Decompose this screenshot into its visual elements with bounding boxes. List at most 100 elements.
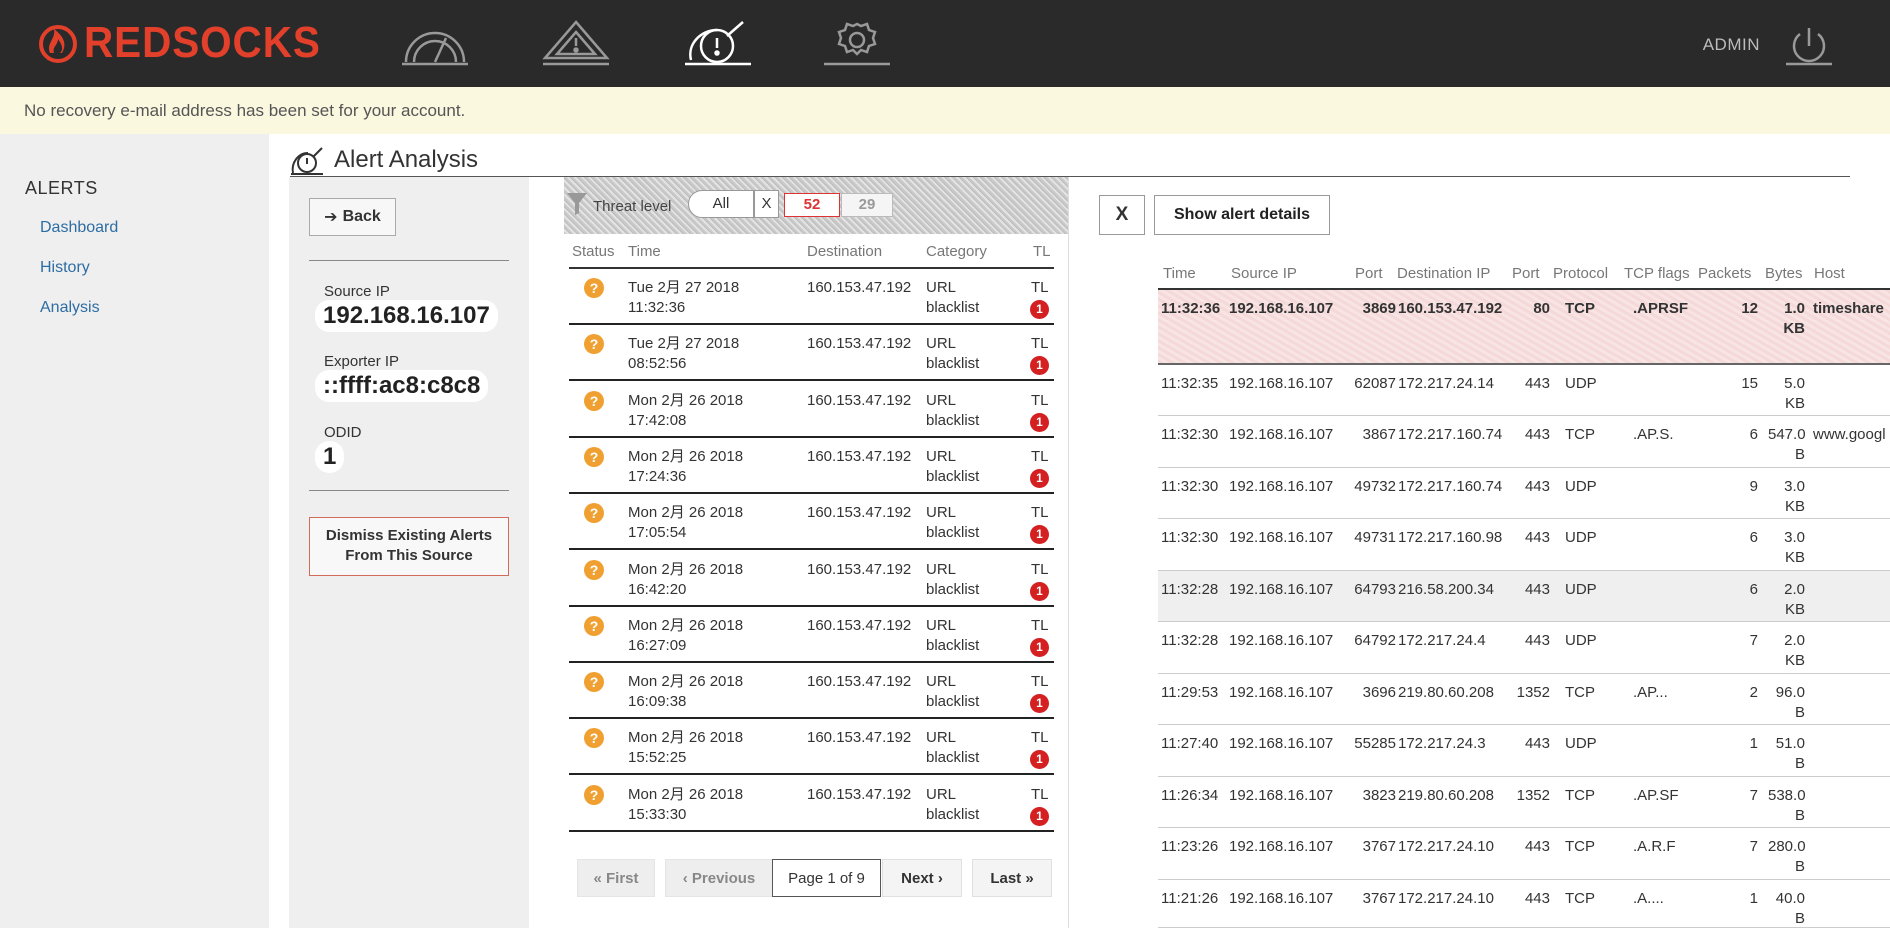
- col-header-category[interactable]: Category: [926, 243, 987, 260]
- flow-time: 11:32:36: [1161, 300, 1221, 317]
- pagination-next[interactable]: Next ›: [882, 859, 962, 897]
- status-question-icon[interactable]: ?: [584, 334, 604, 355]
- dismiss-alerts-button[interactable]: Dismiss Existing Alerts From This Source: [309, 517, 509, 576]
- flow-row[interactable]: 11:21:26 192.168.16.107 3767 172.217.24.10 4…: [1158, 880, 1890, 928]
- flow-col-time[interactable]: Time: [1163, 265, 1196, 282]
- status-question-icon[interactable]: ?: [584, 390, 604, 411]
- flow-row[interactable]: 11:26:34 192.168.16.107 3823 219.80.60.208 1…: [1158, 777, 1890, 828]
- user-name[interactable]: ADMIN: [1703, 35, 1760, 55]
- alert-row[interactable]: ? Tue 2月 27 2018 11:32:36 160.153.47.192 URL…: [569, 269, 1054, 325]
- alert-category: URL blacklist: [926, 672, 979, 712]
- flow-row[interactable]: 11:32:28 192.168.16.107 64792 172.217.24.4 4…: [1158, 622, 1890, 674]
- flow-destination-port: 1352: [1516, 787, 1550, 804]
- flow-destination-ip: 219.80.60.208: [1398, 787, 1494, 804]
- pagination-first[interactable]: « First: [577, 859, 655, 897]
- flow-col-host[interactable]: Host: [1814, 265, 1845, 282]
- power-logout-icon[interactable]: [1784, 24, 1834, 66]
- alert-category-type: URL: [926, 785, 957, 803]
- flow-source-port: 49732: [1354, 478, 1396, 495]
- alert-tl-label: TL: [1031, 391, 1049, 409]
- alert-row[interactable]: ? Mon 2月 26 2018 17:42:08 160.153.47.192 URL…: [569, 382, 1054, 438]
- pagination-previous[interactable]: ‹ Previous: [665, 859, 773, 897]
- alert-destination: 160.153.47.192: [807, 729, 912, 747]
- flow-bytes-value: 280.0: [1768, 838, 1806, 855]
- flow-col-destination-ip[interactable]: Destination IP: [1397, 265, 1490, 282]
- flow-col-tcp-flags[interactable]: TCP flags: [1624, 265, 1690, 282]
- status-question-icon[interactable]: ?: [584, 784, 604, 805]
- flow-col-source-ip[interactable]: Source IP: [1231, 265, 1297, 282]
- threat-level-badge: 1: [1030, 637, 1049, 657]
- col-header-destination[interactable]: Destination: [807, 243, 882, 260]
- dismiss-label-line2: From This Source: [345, 547, 473, 564]
- flow-row[interactable]: 11:32:30 192.168.16.107 49731 172.217.160.9…: [1158, 519, 1890, 571]
- flow-col-packets[interactable]: Packets: [1698, 265, 1751, 282]
- col-header-status[interactable]: Status: [572, 243, 615, 260]
- close-details-button[interactable]: X: [1099, 195, 1145, 235]
- alert-time: Tue 2月 27 2018 11:32:36: [628, 278, 739, 318]
- threat-filter-low-count[interactable]: 29: [841, 193, 893, 217]
- threat-filter-clear[interactable]: X: [754, 190, 779, 218]
- status-question-icon[interactable]: ?: [584, 446, 604, 467]
- flow-tcp-flags: .AP...: [1633, 684, 1668, 701]
- alert-triangle-icon[interactable]: [541, 18, 611, 66]
- flow-bytes-unit: B: [1794, 446, 1805, 463]
- flow-row[interactable]: 11:32:30 192.168.16.107 49732 172.217.160.7…: [1158, 468, 1890, 519]
- sidebar-item-analysis[interactable]: Analysis: [40, 299, 100, 317]
- alert-tl-label: TL: [1031, 279, 1049, 296]
- flow-protocol: UDP: [1565, 581, 1597, 598]
- alert-row[interactable]: ? Mon 2月 26 2018 17:24:36 160.153.47.192 URL…: [569, 438, 1054, 494]
- dashboard-gauge-icon[interactable]: [400, 18, 470, 66]
- analysis-radar-icon[interactable]: [683, 18, 753, 66]
- flow-row[interactable]: 11:32:30 192.168.16.107 3867 172.217.160.74…: [1158, 416, 1890, 468]
- flow-source-ip: 192.168.16.107: [1229, 529, 1334, 546]
- settings-gear-icon[interactable]: [822, 18, 892, 66]
- alert-row[interactable]: ? Mon 2月 26 2018 16:09:38 160.153.47.192 URL…: [569, 663, 1054, 720]
- flow-bytes: 547.0 B: [1768, 425, 1806, 465]
- flow-row[interactable]: 11:32:28 192.168.16.107 64793 216.58.200.34…: [1158, 571, 1890, 622]
- alert-row[interactable]: ? Mon 2月 26 2018 16:27:09 160.153.47.192 URL…: [569, 607, 1054, 663]
- alert-row[interactable]: ? Mon 2月 26 2018 15:52:25 160.153.47.192 URL…: [569, 719, 1054, 776]
- back-button[interactable]: ➔ Back: [309, 198, 396, 236]
- flow-time: 11:32:30: [1161, 426, 1219, 443]
- status-question-icon[interactable]: ?: [584, 615, 604, 636]
- flow-col-source-port[interactable]: Port: [1355, 265, 1383, 282]
- flow-col-protocol[interactable]: Protocol: [1553, 265, 1608, 282]
- col-header-tl[interactable]: TL: [1033, 243, 1051, 260]
- col-header-time[interactable]: Time: [628, 243, 661, 260]
- threat-filter-high-count[interactable]: 52: [784, 193, 840, 217]
- flow-bytes: 40.0 B: [1768, 889, 1805, 929]
- alert-date: Mon 2月 26 2018: [628, 785, 744, 803]
- threat-filter-all[interactable]: All: [688, 190, 754, 218]
- flow-row[interactable]: 11:32:35 192.168.16.107 62087 172.217.24.14…: [1158, 365, 1890, 416]
- flow-row-selected[interactable]: 11:32:36 192.168.16.107 3869 160.153.47.192…: [1158, 290, 1890, 365]
- sidebar-item-dashboard[interactable]: Dashboard: [40, 219, 118, 237]
- alert-row[interactable]: ? Mon 2月 26 2018 15:33:30 160.153.47.192 URL…: [569, 776, 1054, 832]
- alert-row[interactable]: ? Tue 2月 27 2018 08:52:56 160.153.47.192 URL…: [569, 325, 1054, 382]
- redsocks-logo[interactable]: REDSOCKS: [38, 18, 341, 67]
- status-question-icon[interactable]: ?: [584, 672, 604, 693]
- flow-bytes: 96.0 B: [1768, 683, 1805, 723]
- flow-row[interactable]: 11:29:53 192.168.16.107 3696 219.80.60.208 1…: [1158, 674, 1890, 725]
- flow-col-bytes[interactable]: Bytes: [1765, 265, 1803, 282]
- flow-bytes-unit: KB: [1784, 652, 1805, 669]
- flow-row[interactable]: 11:23:26 192.168.16.107 3767 172.217.24.10 4…: [1158, 828, 1890, 880]
- status-question-icon[interactable]: ?: [584, 503, 604, 524]
- alert-time: Mon 2月 26 2018 16:09:38: [628, 672, 743, 712]
- status-question-icon[interactable]: ?: [584, 278, 604, 298]
- alert-tl-label: TL: [1031, 447, 1049, 465]
- flow-col-destination-port[interactable]: Port: [1512, 265, 1540, 282]
- pagination-last[interactable]: Last »: [972, 859, 1052, 897]
- status-question-icon[interactable]: ?: [584, 728, 604, 749]
- sidebar-item-history[interactable]: History: [40, 259, 90, 277]
- show-alert-details-button[interactable]: Show alert details: [1154, 195, 1330, 235]
- alert-time: Mon 2月 26 2018 17:24:36: [628, 447, 743, 487]
- flow-destination-ip: 172.217.24.10: [1398, 890, 1494, 907]
- alert-category-name: blacklist: [926, 805, 980, 823]
- flow-row[interactable]: 11:27:40 192.168.16.107 55285 172.217.24.3 4…: [1158, 725, 1890, 777]
- alert-row[interactable]: ? Mon 2月 26 2018 16:42:20 160.153.47.192 URL…: [569, 551, 1054, 607]
- flow-source-port: 3767: [1362, 890, 1396, 907]
- alert-row[interactable]: ? Mon 2月 26 2018 17:05:54 160.153.47.192 URL…: [569, 494, 1054, 551]
- status-question-icon[interactable]: ?: [584, 559, 604, 580]
- threat-level-label: Threat level: [593, 198, 672, 215]
- alert-destination: 160.153.47.192: [807, 616, 912, 634]
